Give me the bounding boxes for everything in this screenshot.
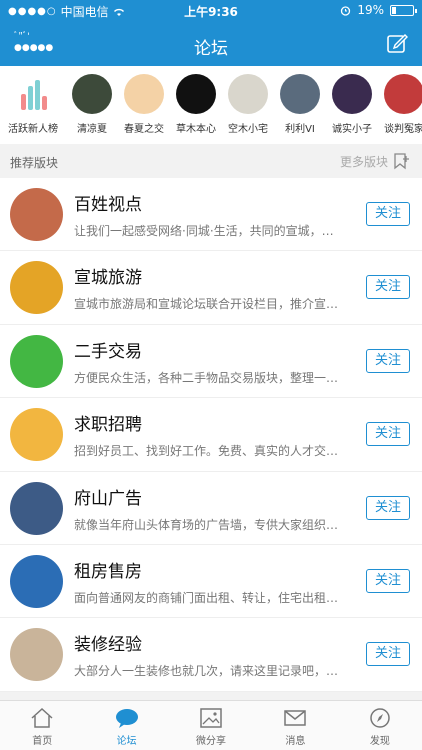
list-item[interactable]: 宣城旅游 宣城市旅游局和宣城论坛联合开设栏目，推介宣… 关注 — [0, 251, 422, 325]
board-avatar — [10, 628, 63, 682]
chat-icon — [115, 709, 138, 728]
list-item[interactable]: 府山广告 就像当年府山头体育场的广告墙，专供大家组织… 关注 — [0, 472, 422, 545]
strip-user[interactable]: 春夏之交 — [118, 66, 170, 144]
board-desc: 招到好员工、找到好工作。免费、真实的人才交… — [74, 444, 339, 459]
top-bar: ●●●●○ 中国电信 上午9:36 19% ﾞ"ﾞ' ●●●●● 论坛 — [0, 0, 422, 66]
board-desc: 面向普通网友的商铺门面出租、转让，住宅出租… — [74, 590, 339, 605]
strip-label: 清凉夏 — [77, 124, 107, 135]
more-boards-link[interactable]: 更多版块 — [340, 152, 410, 170]
follow-button[interactable]: 关注 — [366, 348, 410, 373]
board-avatar — [10, 334, 63, 388]
tab-home[interactable]: 首页 — [0, 701, 84, 750]
follow-button[interactable]: 关注 — [366, 202, 410, 226]
alarm-icon — [341, 5, 351, 16]
recommended-section-header: 推荐版块 更多版块 — [0, 144, 422, 178]
board-name: 百姓视点 — [74, 195, 142, 215]
tab-messages[interactable]: 消息 — [253, 701, 337, 750]
follow-button[interactable]: 关注 — [366, 568, 410, 593]
strip-label: 诚实小子 — [332, 124, 372, 135]
mail-icon — [284, 710, 307, 726]
strip-user[interactable]: 利利VI — [274, 66, 326, 144]
strip-label: 利利VI — [285, 124, 315, 135]
compose-icon[interactable] — [386, 32, 408, 54]
list-item[interactable]: 租房售房 面向普通网友的商铺门面出租、转让，住宅出租… 关注 — [0, 545, 422, 619]
strip-user[interactable]: 空木小宅 — [222, 66, 274, 144]
battery-percent: 19% — [357, 3, 384, 17]
strip-label: 活跃新人榜 — [8, 124, 58, 135]
active-users-strip: 活跃新人榜 清凉夏 春夏之交 草木本心 空木小宅 利利VI 诚实小子 谈判冤家 — [0, 66, 422, 144]
avatar — [124, 74, 164, 114]
active-newcomer-rank[interactable]: 活跃新人榜 — [0, 66, 66, 144]
strip-user[interactable]: 诚实小子 — [326, 66, 378, 144]
tab-label: 论坛 — [116, 736, 137, 747]
board-name: 求职招聘 — [74, 415, 142, 436]
section-title: 推荐版块 — [10, 156, 59, 170]
board-desc: 宣城市旅游局和宣城论坛联合开设栏目，推介宣… — [74, 297, 339, 312]
board-name: 二手交易 — [74, 341, 142, 362]
bottom-tab-bar: 首页 论坛 微分享 消息 发现 — [0, 700, 422, 750]
status-right: 19% — [340, 3, 417, 17]
tab-share[interactable]: 微分享 — [169, 701, 253, 750]
tab-forum[interactable]: 论坛 — [84, 701, 168, 750]
strip-label: 谈判冤家 — [384, 124, 422, 135]
strip-user[interactable]: 清凉夏 — [66, 66, 118, 144]
tab-label: 发现 — [369, 736, 390, 747]
board-desc: 大部分人一生装修也就几次，请来这里记录吧，… — [74, 664, 339, 679]
board-avatar — [10, 261, 63, 315]
board-avatar — [10, 408, 63, 462]
board-avatar — [10, 481, 63, 535]
compass-icon — [370, 708, 390, 728]
board-desc: 就像当年府山头体育场的广告墙，专供大家组织… — [74, 517, 339, 532]
list-item[interactable]: 百姓视点 让我们一起感受网络·同城·生活，共同的宣城，… 关注 — [0, 178, 422, 252]
board-avatar — [10, 188, 63, 241]
tab-label: 消息 — [285, 736, 306, 747]
board-name: 宣城旅游 — [74, 268, 142, 289]
nav-bar: ﾞ"ﾞ' ●●●●● 论坛 — [0, 22, 422, 66]
board-desc: 让我们一起感受网络·同城·生活，共同的宣城，… — [74, 224, 334, 238]
strip-label: 空木小宅 — [228, 124, 268, 135]
avatar — [72, 74, 112, 114]
board-name: 装修经验 — [74, 635, 142, 656]
board-name: 租房售房 — [74, 561, 142, 582]
strip-user[interactable]: 谈判冤家 — [378, 66, 422, 144]
avatar — [280, 74, 320, 114]
tab-label: 首页 — [32, 736, 53, 747]
avatar — [332, 74, 372, 114]
avatar — [228, 74, 268, 114]
list-item[interactable]: 二手交易 方便民众生活，各种二手物品交易版块，整理一… 关注 — [0, 325, 422, 399]
follow-button[interactable]: 关注 — [366, 495, 410, 520]
tab-discover[interactable]: 发现 — [338, 701, 422, 750]
board-list: 百姓视点 让我们一起感受网络·同城·生活，共同的宣城，… 关注 宣城旅游 宣城市… — [0, 178, 422, 692]
strip-label: 草木本心 — [176, 124, 216, 135]
page-title: 论坛 — [194, 39, 228, 59]
follow-button[interactable]: 关注 — [366, 642, 410, 667]
strip-user[interactable]: 草木本心 — [170, 66, 222, 144]
more-boards-label: 更多版块 — [339, 154, 388, 169]
follow-button[interactable]: 关注 — [366, 275, 410, 300]
bookmark-plus-icon — [394, 153, 409, 170]
home-icon — [31, 707, 53, 728]
strip-label: 春夏之交 — [124, 124, 164, 135]
board-name: 府山广告 — [74, 488, 142, 509]
status-bar: ●●●●○ 中国电信 上午9:36 19% — [0, 0, 422, 22]
battery-icon — [390, 4, 417, 16]
avatar — [384, 74, 422, 114]
board-desc: 方便民众生活，各种二手物品交易版块，整理一… — [74, 370, 339, 385]
bar-chart-icon — [13, 74, 53, 114]
board-avatar — [10, 554, 63, 608]
list-item[interactable]: 装修经验 大部分人一生装修也就几次，请来这里记录吧，… 关注 — [0, 618, 422, 692]
follow-button[interactable]: 关注 — [366, 422, 410, 447]
list-item[interactable]: 求职招聘 招到好员工、找到好工作。免费、真实的人才交… 关注 — [0, 398, 422, 472]
tab-label: 微分享 — [196, 736, 227, 747]
avatar — [176, 74, 216, 114]
image-icon — [200, 708, 222, 728]
